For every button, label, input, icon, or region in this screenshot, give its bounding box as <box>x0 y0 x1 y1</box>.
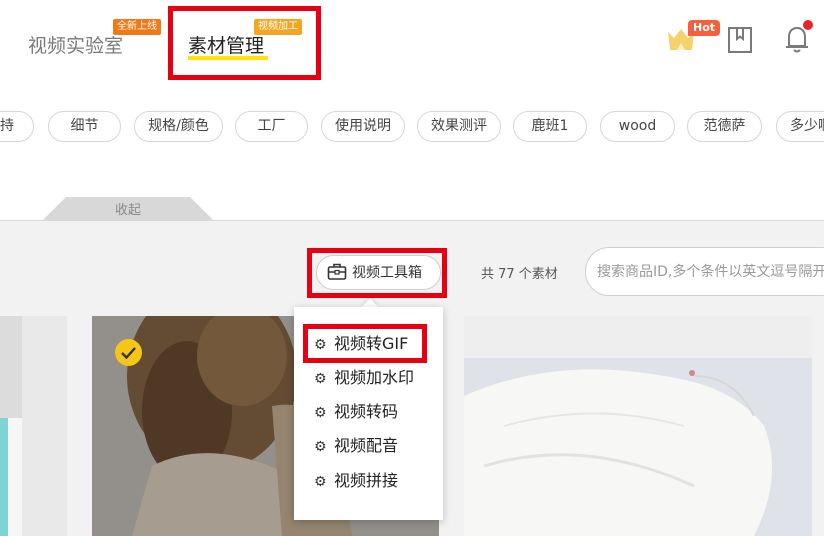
search-input[interactable] <box>585 247 824 296</box>
material-thumbnail <box>464 316 812 536</box>
tag-chip[interactable]: 效果测评 <box>417 111 501 142</box>
material-card[interactable] <box>464 316 812 536</box>
tag-chip[interactable]: 多少啊 <box>776 111 824 142</box>
hot-badge: Hot <box>688 20 721 36</box>
gear-icon: ⚙ <box>314 405 327 421</box>
material-thumbnail-detail <box>8 418 22 536</box>
tab-video-lab[interactable]: 视频实验室 <box>28 31 123 58</box>
menu-item-label: 视频配音 <box>334 436 399 455</box>
material-count: 共 77 个素材 <box>481 267 558 282</box>
material-card[interactable] <box>0 316 67 536</box>
new-badge: 全新上线 <box>113 19 161 35</box>
tag-chip[interactable]: 鹿班1 <box>513 111 587 142</box>
notification-dot <box>803 20 813 30</box>
bookmark-icon[interactable] <box>727 26 753 54</box>
tag-chip[interactable]: 细节 <box>48 111 121 142</box>
menu-item-label: 视频转码 <box>334 402 399 421</box>
menu-item-video-dubbing[interactable]: ⚙ 视频配音 <box>314 434 398 458</box>
gear-icon: ⚙ <box>314 371 327 387</box>
tag-chip[interactable]: 范德萨 <box>687 111 762 142</box>
tag-chip[interactable]: 规格/颜色 <box>134 111 223 142</box>
tag-chip[interactable]: wood <box>600 111 675 142</box>
video-processing-badge: 视频加工 <box>254 19 302 35</box>
gear-icon: ⚙ <box>314 474 327 490</box>
menu-item-video-transcode[interactable]: ⚙ 视频转码 <box>314 400 398 424</box>
selected-check-icon[interactable] <box>114 338 143 367</box>
material-thumbnail-detail <box>0 418 8 536</box>
gear-icon: ⚙ <box>314 439 327 455</box>
page: 视频实验室 全新上线 素材管理 视频加工 Hot 持 细节 规格/颜色 工厂 使… <box>0 0 824 536</box>
tag-chip[interactable]: 使用说明 <box>321 111 405 142</box>
tab-material-management[interactable]: 素材管理 <box>188 31 264 58</box>
collapse-label[interactable]: 收起 <box>42 199 214 218</box>
tag-chip[interactable]: 工厂 <box>235 111 308 142</box>
menu-item-video-watermark[interactable]: ⚙ 视频加水印 <box>314 366 414 390</box>
active-tab-underline <box>188 56 268 60</box>
top-header: 视频实验室 全新上线 素材管理 视频加工 Hot <box>0 0 824 86</box>
menu-item-video-splice[interactable]: ⚙ 视频拼接 <box>314 469 398 493</box>
highlight-box-video-to-gif <box>303 324 427 363</box>
menu-item-label: 视频拼接 <box>334 471 399 490</box>
menu-item-label: 视频加水印 <box>334 368 415 387</box>
tag-chip[interactable]: 持 <box>0 111 34 142</box>
highlight-box-toolbox <box>307 248 447 298</box>
